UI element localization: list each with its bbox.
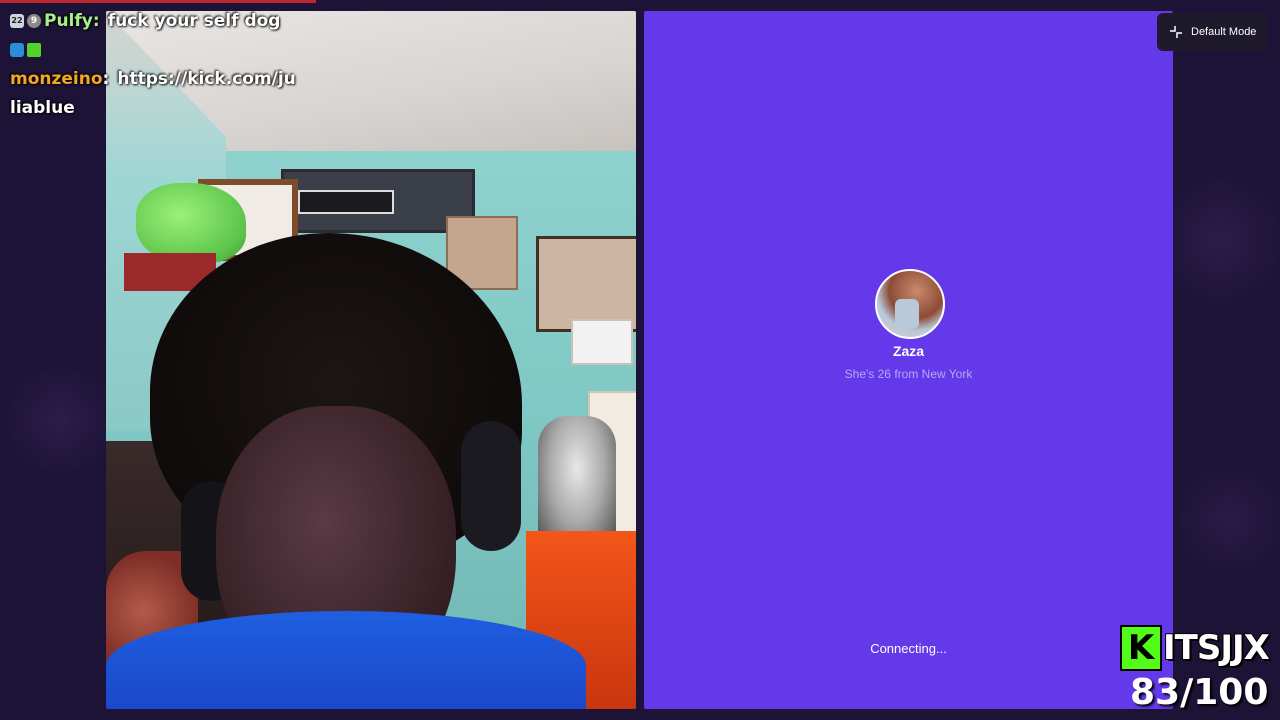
connection-status: Connecting... [870,641,947,656]
streamer-name: ITSJJX [1162,627,1271,669]
streamer-shirt [106,611,586,709]
headphones [461,421,521,551]
sub-badge-icon: 22 [10,13,24,28]
match-panel: Zaza She's 26 from New York Connecting..… [644,11,1173,709]
default-mode-button[interactable]: Default Mode [1157,13,1267,51]
chat-message [10,35,296,64]
chat-text: liablue [10,97,75,118]
coin-badge-icon: 9 [27,13,41,28]
kick-logo-icon: K [1120,625,1162,671]
chat-overlay: 22 9 Pulfy: fuck your self dog monzeino:… [10,6,296,122]
default-mode-label: Default Mode [1191,26,1257,38]
chat-username: Pulfy: [44,10,100,31]
green-badge-icon [27,42,41,57]
stand-mixer [538,416,616,546]
chat-text: fuck your self dog [107,10,281,31]
chat-text: https://kick.com/ju [117,68,296,89]
match-details: She's 26 from New York [844,367,973,381]
match-name: Zaza [892,343,925,359]
photo-frame [536,236,636,332]
chat-message: 22 9 Pulfy: fuck your self dog [10,6,296,35]
photo-frame [571,319,633,365]
stream-layout: 22 9 Pulfy: fuck your self dog monzeino:… [0,0,1280,720]
progress-top-bar [0,0,316,3]
goal-counter: 83/100 [1130,672,1269,713]
chat-message: liablue [10,93,296,122]
chat-separator: : [102,68,110,89]
match-avatar [875,269,945,339]
tool-badge-icon [10,42,24,57]
streamer-brand: K ITSJJX [1120,625,1280,671]
chat-message: monzeino: https://kick.com/ju [10,64,296,93]
chat-username: monzeino [10,68,103,89]
collapse-icon [1170,26,1182,38]
shelf-bag [136,183,246,263]
